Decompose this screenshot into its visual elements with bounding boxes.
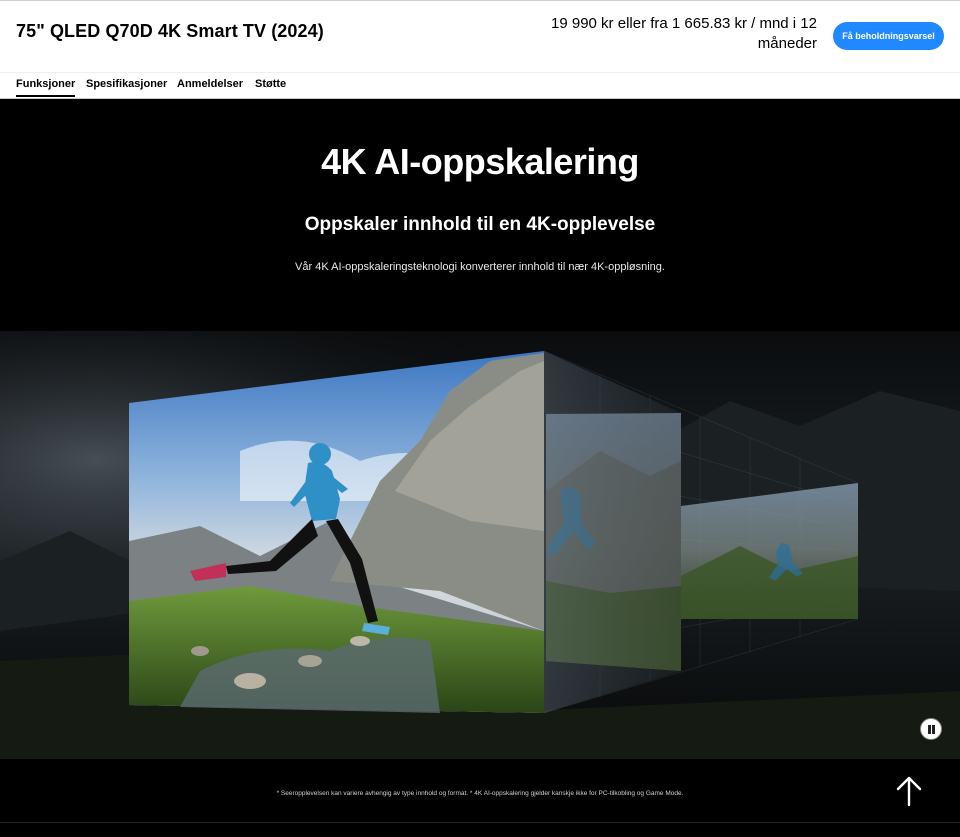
hero-subtitle: Oppskaler innhold til en 4K-opplevelse bbox=[304, 214, 656, 235]
small-screen bbox=[681, 483, 858, 619]
pause-icon[interactable] bbox=[920, 718, 942, 740]
upscaling-visual bbox=[0, 331, 960, 759]
stock-alert-button[interactable]: Få beholdningsvarsel bbox=[833, 22, 944, 50]
price-line-1: 19 990 kr eller fra 1 665.83 kr / mnd i … bbox=[551, 15, 817, 32]
hero-title: 4K AI-oppskalering bbox=[321, 141, 639, 182]
arrow-up-icon bbox=[896, 776, 922, 807]
product-header: 75" QLED Q70D 4K Smart TV (2024) 19 990 … bbox=[0, 0, 960, 72]
upscaling-illustration bbox=[0, 331, 960, 759]
tab-anmeldelser[interactable]: Anmeldelser bbox=[177, 78, 243, 95]
tab-stotte[interactable]: Støtte bbox=[255, 78, 286, 95]
hero-section: 4K AI-oppskalering Oppskaler innhold til… bbox=[0, 99, 960, 331]
price-line-2: måneder bbox=[757, 35, 817, 52]
hero-description: Vår 4K AI-oppskaleringsteknologi konvert… bbox=[295, 261, 665, 273]
main-screen bbox=[129, 351, 544, 713]
tab-funksjoner[interactable]: Funksjoner bbox=[16, 78, 76, 97]
back-to-top-button[interactable] bbox=[894, 775, 924, 807]
bottom-divider bbox=[0, 822, 960, 823]
footnote: * Seeropplevelsen kan variere avhengig a… bbox=[276, 790, 684, 797]
product-title: 75" QLED Q70D 4K Smart TV (2024) bbox=[16, 21, 324, 41]
price-info: 19 990 kr eller fra 1 665.83 kr / mnd i … bbox=[517, 14, 817, 54]
main-screen-side bbox=[544, 351, 681, 713]
tab-spesifikasjoner[interactable]: Spesifikasjoner bbox=[86, 78, 167, 95]
section-tabs: Funksjoner Spesifikasjoner Anmeldelser S… bbox=[0, 72, 960, 99]
